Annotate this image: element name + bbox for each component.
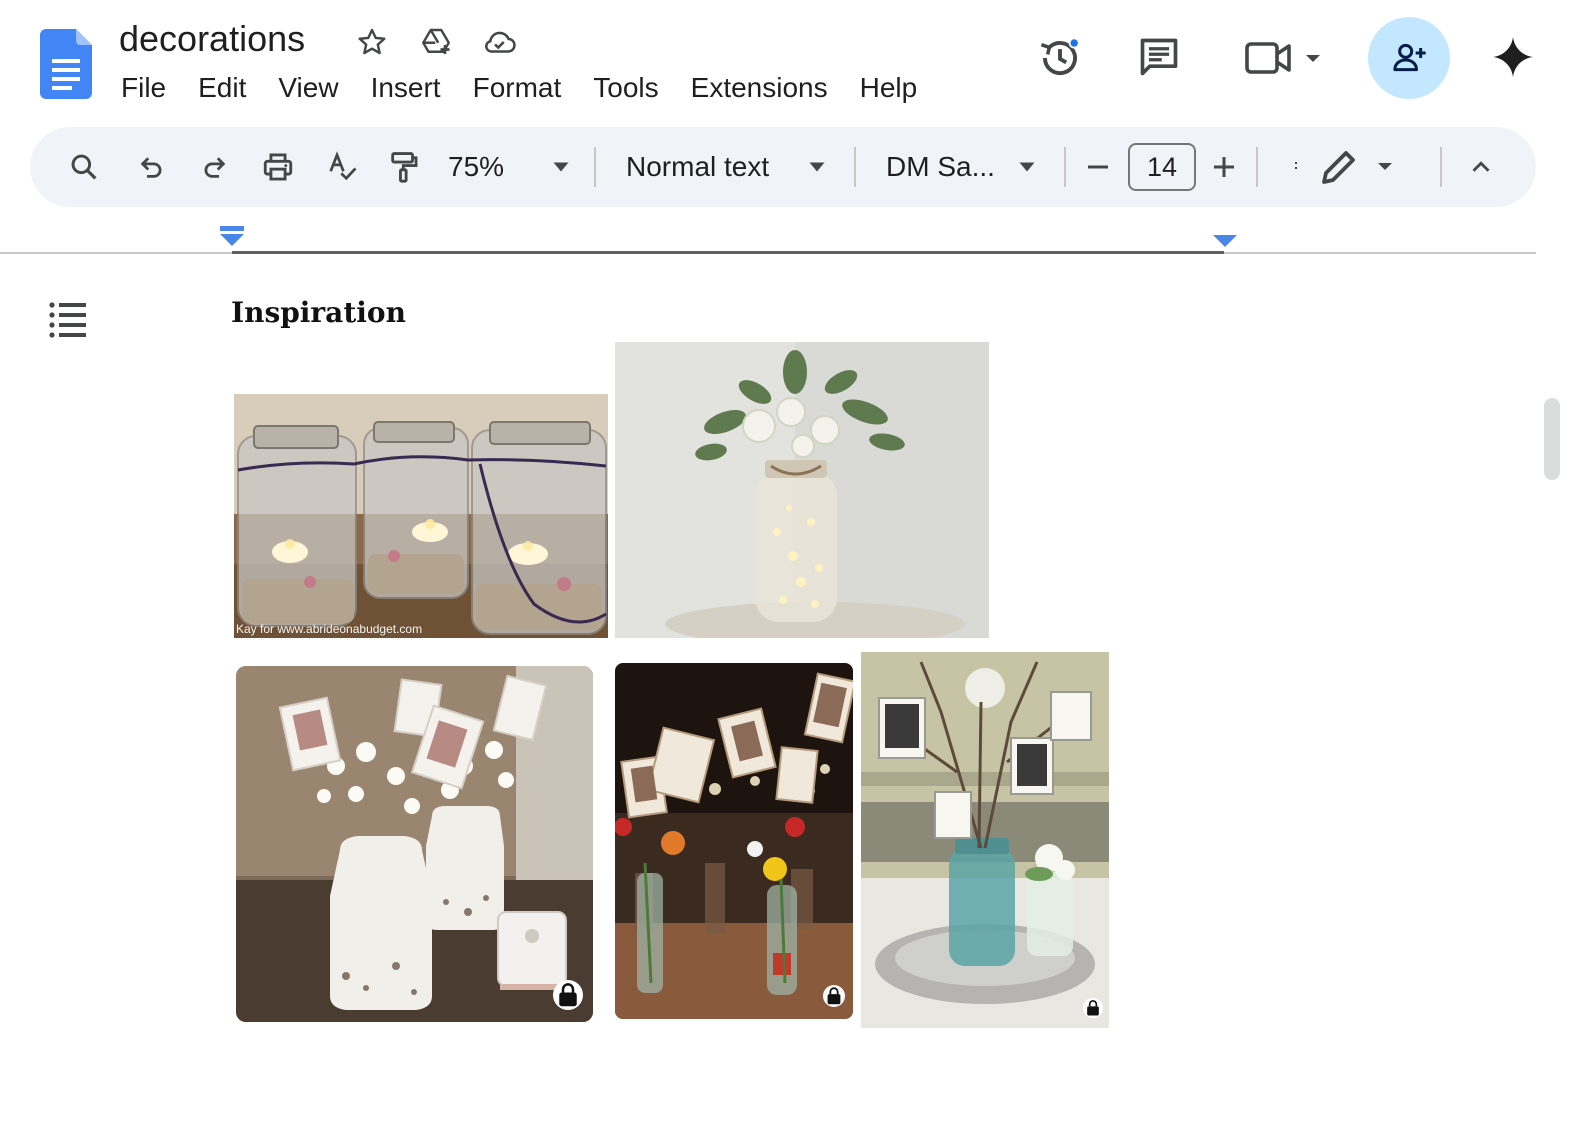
toolbar-overflow-hint	[1286, 127, 1306, 207]
ruler-text-area	[232, 251, 1224, 254]
meet-camera-icon[interactable]	[1240, 36, 1336, 80]
share-button[interactable]	[1368, 17, 1450, 99]
font-family-value: DM Sa...	[886, 151, 995, 182]
left-indent-marker-icon[interactable]	[219, 226, 245, 253]
menu-help[interactable]: Help	[844, 68, 934, 108]
paint-format-icon[interactable]	[382, 127, 426, 207]
toolbar-divider	[594, 147, 596, 187]
collapse-toolbar-icon[interactable]	[1460, 127, 1502, 207]
toolbar-divider	[854, 147, 856, 187]
zoom-dropdown-chevron-icon[interactable]	[546, 127, 576, 207]
move-to-drive-icon[interactable]	[416, 22, 456, 62]
menu-tools[interactable]: Tools	[577, 68, 674, 108]
redo-icon[interactable]	[192, 127, 236, 207]
style-dropdown-chevron-icon[interactable]	[802, 127, 832, 207]
gemini-sparkle-icon[interactable]	[1488, 32, 1538, 82]
comments-icon[interactable]	[1134, 32, 1184, 82]
zoom-select[interactable]: 75%	[448, 127, 552, 207]
menu-insert[interactable]: Insert	[355, 68, 457, 108]
right-indent-marker-icon[interactable]	[1212, 234, 1238, 253]
image-fairy-light-jar-flowers[interactable]	[615, 342, 989, 638]
star-icon[interactable]	[352, 22, 392, 62]
menu-edit[interactable]: Edit	[182, 68, 262, 108]
google-docs-logo-icon[interactable]	[40, 29, 92, 99]
increase-size-icon[interactable]	[1204, 127, 1244, 207]
undo-icon[interactable]	[130, 127, 174, 207]
font-dropdown-chevron-icon[interactable]	[1012, 127, 1042, 207]
cloud-saved-icon[interactable]	[479, 22, 519, 62]
menu-format[interactable]: Format	[457, 68, 578, 108]
toolbar-divider	[1440, 147, 1442, 187]
print-icon[interactable]	[256, 127, 300, 207]
toolbar-divider	[1064, 147, 1066, 187]
lock-icon	[1083, 998, 1103, 1018]
formatting-toolbar: 75% Normal text DM Sa... 14	[30, 127, 1536, 207]
image-mason-jar-candles[interactable]: Kay for www.abrideonabudget.com	[234, 394, 608, 638]
font-family-select[interactable]: DM Sa...	[886, 127, 1002, 207]
image-blue-jar-branch-photos[interactable]	[861, 652, 1109, 1028]
vertical-scrollbar-thumb[interactable]	[1544, 398, 1560, 480]
decrease-size-icon[interactable]	[1078, 127, 1118, 207]
edit-mode-pencil-icon[interactable]	[1314, 127, 1398, 207]
paragraph-style-value: Normal text	[626, 151, 770, 182]
version-history-icon[interactable]	[1034, 32, 1086, 84]
paragraph-style-select[interactable]: Normal text	[626, 127, 796, 207]
lock-icon	[823, 985, 845, 1007]
section-heading[interactable]: Inspiration	[231, 296, 406, 329]
search-icon[interactable]	[62, 127, 106, 207]
zoom-value: 75%	[448, 151, 505, 182]
lock-icon	[553, 980, 583, 1010]
menu-extensions[interactable]: Extensions	[675, 68, 844, 108]
menu-view[interactable]: View	[262, 68, 354, 108]
menu-file[interactable]: File	[105, 68, 182, 108]
person-add-icon	[1393, 43, 1426, 72]
toolbar-divider	[1256, 147, 1258, 187]
document-outline-icon[interactable]	[48, 300, 88, 338]
document-title[interactable]: decorations	[119, 18, 305, 60]
image-caption: Kay for www.abrideonabudget.com	[236, 622, 423, 636]
image-bottle-vases-photos[interactable]	[615, 663, 853, 1019]
spellcheck-icon[interactable]	[320, 127, 364, 207]
image-white-vases-photos[interactable]	[236, 666, 593, 1022]
menu-bar: File Edit View Insert Format Tools Exten…	[105, 68, 933, 108]
font-size-input[interactable]: 14	[1128, 143, 1196, 191]
